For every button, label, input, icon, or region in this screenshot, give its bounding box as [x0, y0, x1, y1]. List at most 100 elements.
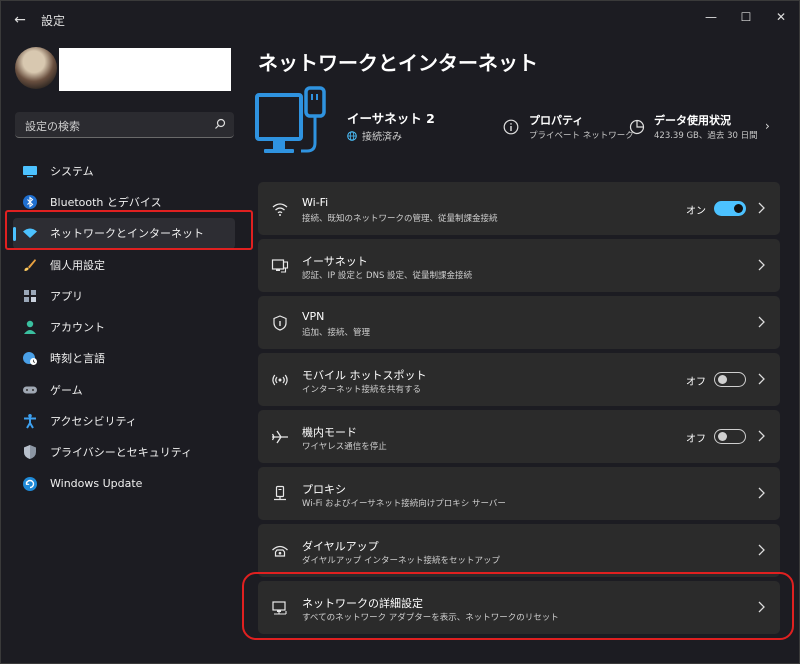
apps-icon: [22, 288, 38, 304]
chevron-right-icon: [758, 202, 765, 214]
sidebar-item-privacy[interactable]: プライバシーとセキュリティ: [13, 437, 235, 468]
sidebar-item-label: 時刻と言語: [50, 352, 105, 366]
chevron-right-icon: [758, 430, 765, 442]
sidebar-item-label: Windows Update: [50, 477, 143, 491]
sidebar-item-personalization[interactable]: 個人用設定: [13, 249, 235, 280]
toggle-knob: [734, 204, 743, 213]
title-bar: ← 設定 — ☐ ✕: [1, 1, 800, 37]
connection-status-text: 接続済み: [362, 132, 402, 143]
annotation-highlight-advanced: [242, 572, 794, 640]
page-title: ネットワークとインターネット: [258, 51, 538, 75]
pie-chart-icon: [629, 119, 645, 135]
brush-icon: [22, 257, 38, 273]
person-icon: [22, 319, 38, 335]
search-icon[interactable]: [214, 118, 226, 130]
sidebar-item-label: アカウント: [50, 321, 105, 335]
chevron-right-icon: [758, 316, 765, 328]
vpn-shield-icon: [270, 313, 290, 333]
airplane-toggle[interactable]: [714, 429, 746, 444]
hotspot-toggle[interactable]: [714, 372, 746, 387]
card-title: プロキシ: [302, 483, 346, 496]
user-name: [59, 48, 231, 91]
connection-name: イーサネット 2: [347, 111, 435, 126]
back-arrow-icon[interactable]: ←: [11, 11, 29, 29]
sidebar-item-windows-update[interactable]: Windows Update: [13, 468, 235, 499]
sidebar-item-apps[interactable]: アプリ: [13, 280, 235, 311]
chevron-right-icon: [758, 259, 765, 271]
card-wifi[interactable]: Wi-Fi 接続、既知のネットワークの管理、従量制課金接続 オン: [258, 182, 780, 235]
bluetooth-icon: [22, 194, 38, 210]
card-subtitle: 追加、接続、管理: [302, 328, 371, 338]
sidebar-item-time-language[interactable]: 時刻と言語: [13, 343, 235, 374]
proxy-icon: [270, 484, 290, 504]
sidebar-item-label: システム: [50, 164, 94, 178]
maximize-icon[interactable]: ☐: [731, 7, 761, 27]
card-subtitle: ワイヤレス通信を停止: [302, 442, 387, 452]
globe-icon: [347, 131, 357, 141]
connection-status: 接続済み: [347, 128, 402, 143]
search-box[interactable]: [15, 112, 234, 138]
sidebar-item-gaming[interactable]: ゲーム: [13, 374, 235, 405]
card-title: 機内モード: [302, 426, 357, 439]
info-icon: [503, 119, 519, 135]
toggle-state-label: オフ: [686, 377, 706, 388]
properties-sub: プライベート ネットワーク: [529, 131, 634, 141]
network-settings-list: Wi-Fi 接続、既知のネットワークの管理、従量制課金接続 オン イーサネット …: [258, 182, 780, 638]
search-input[interactable]: [23, 116, 207, 136]
card-title: VPN: [302, 310, 325, 323]
sidebar-item-label: アプリ: [50, 289, 83, 303]
sidebar-item-label: Bluetooth とデバイス: [50, 195, 162, 209]
data-usage-sub: 423.39 GB、過去 30 日間: [654, 131, 758, 141]
toggle-knob: [718, 432, 727, 441]
dialup-icon: [270, 541, 290, 561]
hotspot-icon: [270, 370, 290, 390]
card-subtitle: 接続、既知のネットワークの管理、従量制課金接続: [302, 214, 498, 224]
sidebar-item-accessibility[interactable]: アクセシビリティ: [13, 405, 235, 436]
globe-clock-icon: [22, 350, 38, 366]
properties-title: プロパティ: [529, 114, 584, 127]
card-ethernet[interactable]: イーサネット 認証、IP 設定と DNS 設定、従量制課金接続: [258, 239, 780, 292]
wifi-toggle[interactable]: [714, 201, 746, 216]
card-subtitle: ダイヤルアップ インターネット接続をセットアップ: [302, 556, 500, 566]
chevron-right-icon: [758, 487, 765, 499]
sidebar-item-label: ゲーム: [50, 383, 83, 397]
card-proxy[interactable]: プロキシ Wi-Fi およびイーサネット接続向けプロキシ サーバー: [258, 467, 780, 520]
card-vpn[interactable]: VPN 追加、接続、管理: [258, 296, 780, 349]
chevron-right-icon: [758, 544, 765, 556]
ethernet-monitor-icon: [255, 86, 326, 153]
card-subtitle: Wi-Fi およびイーサネット接続向けプロキシ サーバー: [302, 499, 506, 509]
card-title: イーサネット: [302, 255, 368, 268]
toggle-state-label: オン: [686, 206, 706, 217]
card-mobile-hotspot[interactable]: モバイル ホットスポット インターネット接続を共有する オフ: [258, 353, 780, 406]
settings-window: ← 設定 — ☐ ✕ システム Bluetooth とデバイス ネットワークとイ…: [0, 0, 800, 664]
shield-icon: [22, 444, 38, 460]
card-subtitle: 認証、IP 設定と DNS 設定、従量制課金接続: [302, 271, 473, 281]
sidebar-nav: システム Bluetooth とデバイス ネットワークとインターネット 個人用設…: [13, 155, 235, 499]
wifi-icon: [270, 199, 290, 219]
toggle-state-label: オフ: [686, 434, 706, 445]
minimize-icon[interactable]: —: [696, 7, 726, 27]
gamepad-icon: [22, 382, 38, 398]
airplane-icon: [270, 427, 290, 447]
chevron-right-icon[interactable]: ›: [765, 119, 770, 133]
data-usage-title: データ使用状況: [654, 114, 731, 127]
toggle-knob: [718, 375, 727, 384]
avatar[interactable]: [15, 47, 57, 89]
card-airplane-mode[interactable]: 機内モード ワイヤレス通信を停止 オフ: [258, 410, 780, 463]
card-title: Wi-Fi: [302, 196, 329, 209]
sidebar-item-label: プライバシーとセキュリティ: [50, 446, 193, 460]
sidebar-item-system[interactable]: システム: [13, 155, 235, 186]
accessibility-icon: [22, 413, 38, 429]
ethernet-icon: [270, 256, 290, 276]
card-dialup[interactable]: ダイヤルアップ ダイヤルアップ インターネット接続をセットアップ: [258, 524, 780, 577]
monitor-icon: [22, 163, 38, 179]
sidebar-item-accounts[interactable]: アカウント: [13, 311, 235, 342]
sidebar-item-label: 個人用設定: [50, 258, 105, 272]
card-subtitle: インターネット接続を共有する: [302, 385, 422, 395]
sidebar-item-label: アクセシビリティ: [50, 415, 137, 429]
annotation-highlight-sidebar: [5, 210, 253, 250]
app-title: 設定: [41, 14, 66, 28]
update-icon: [22, 476, 38, 492]
card-title: モバイル ホットスポット: [302, 369, 427, 382]
close-icon[interactable]: ✕: [766, 7, 796, 27]
